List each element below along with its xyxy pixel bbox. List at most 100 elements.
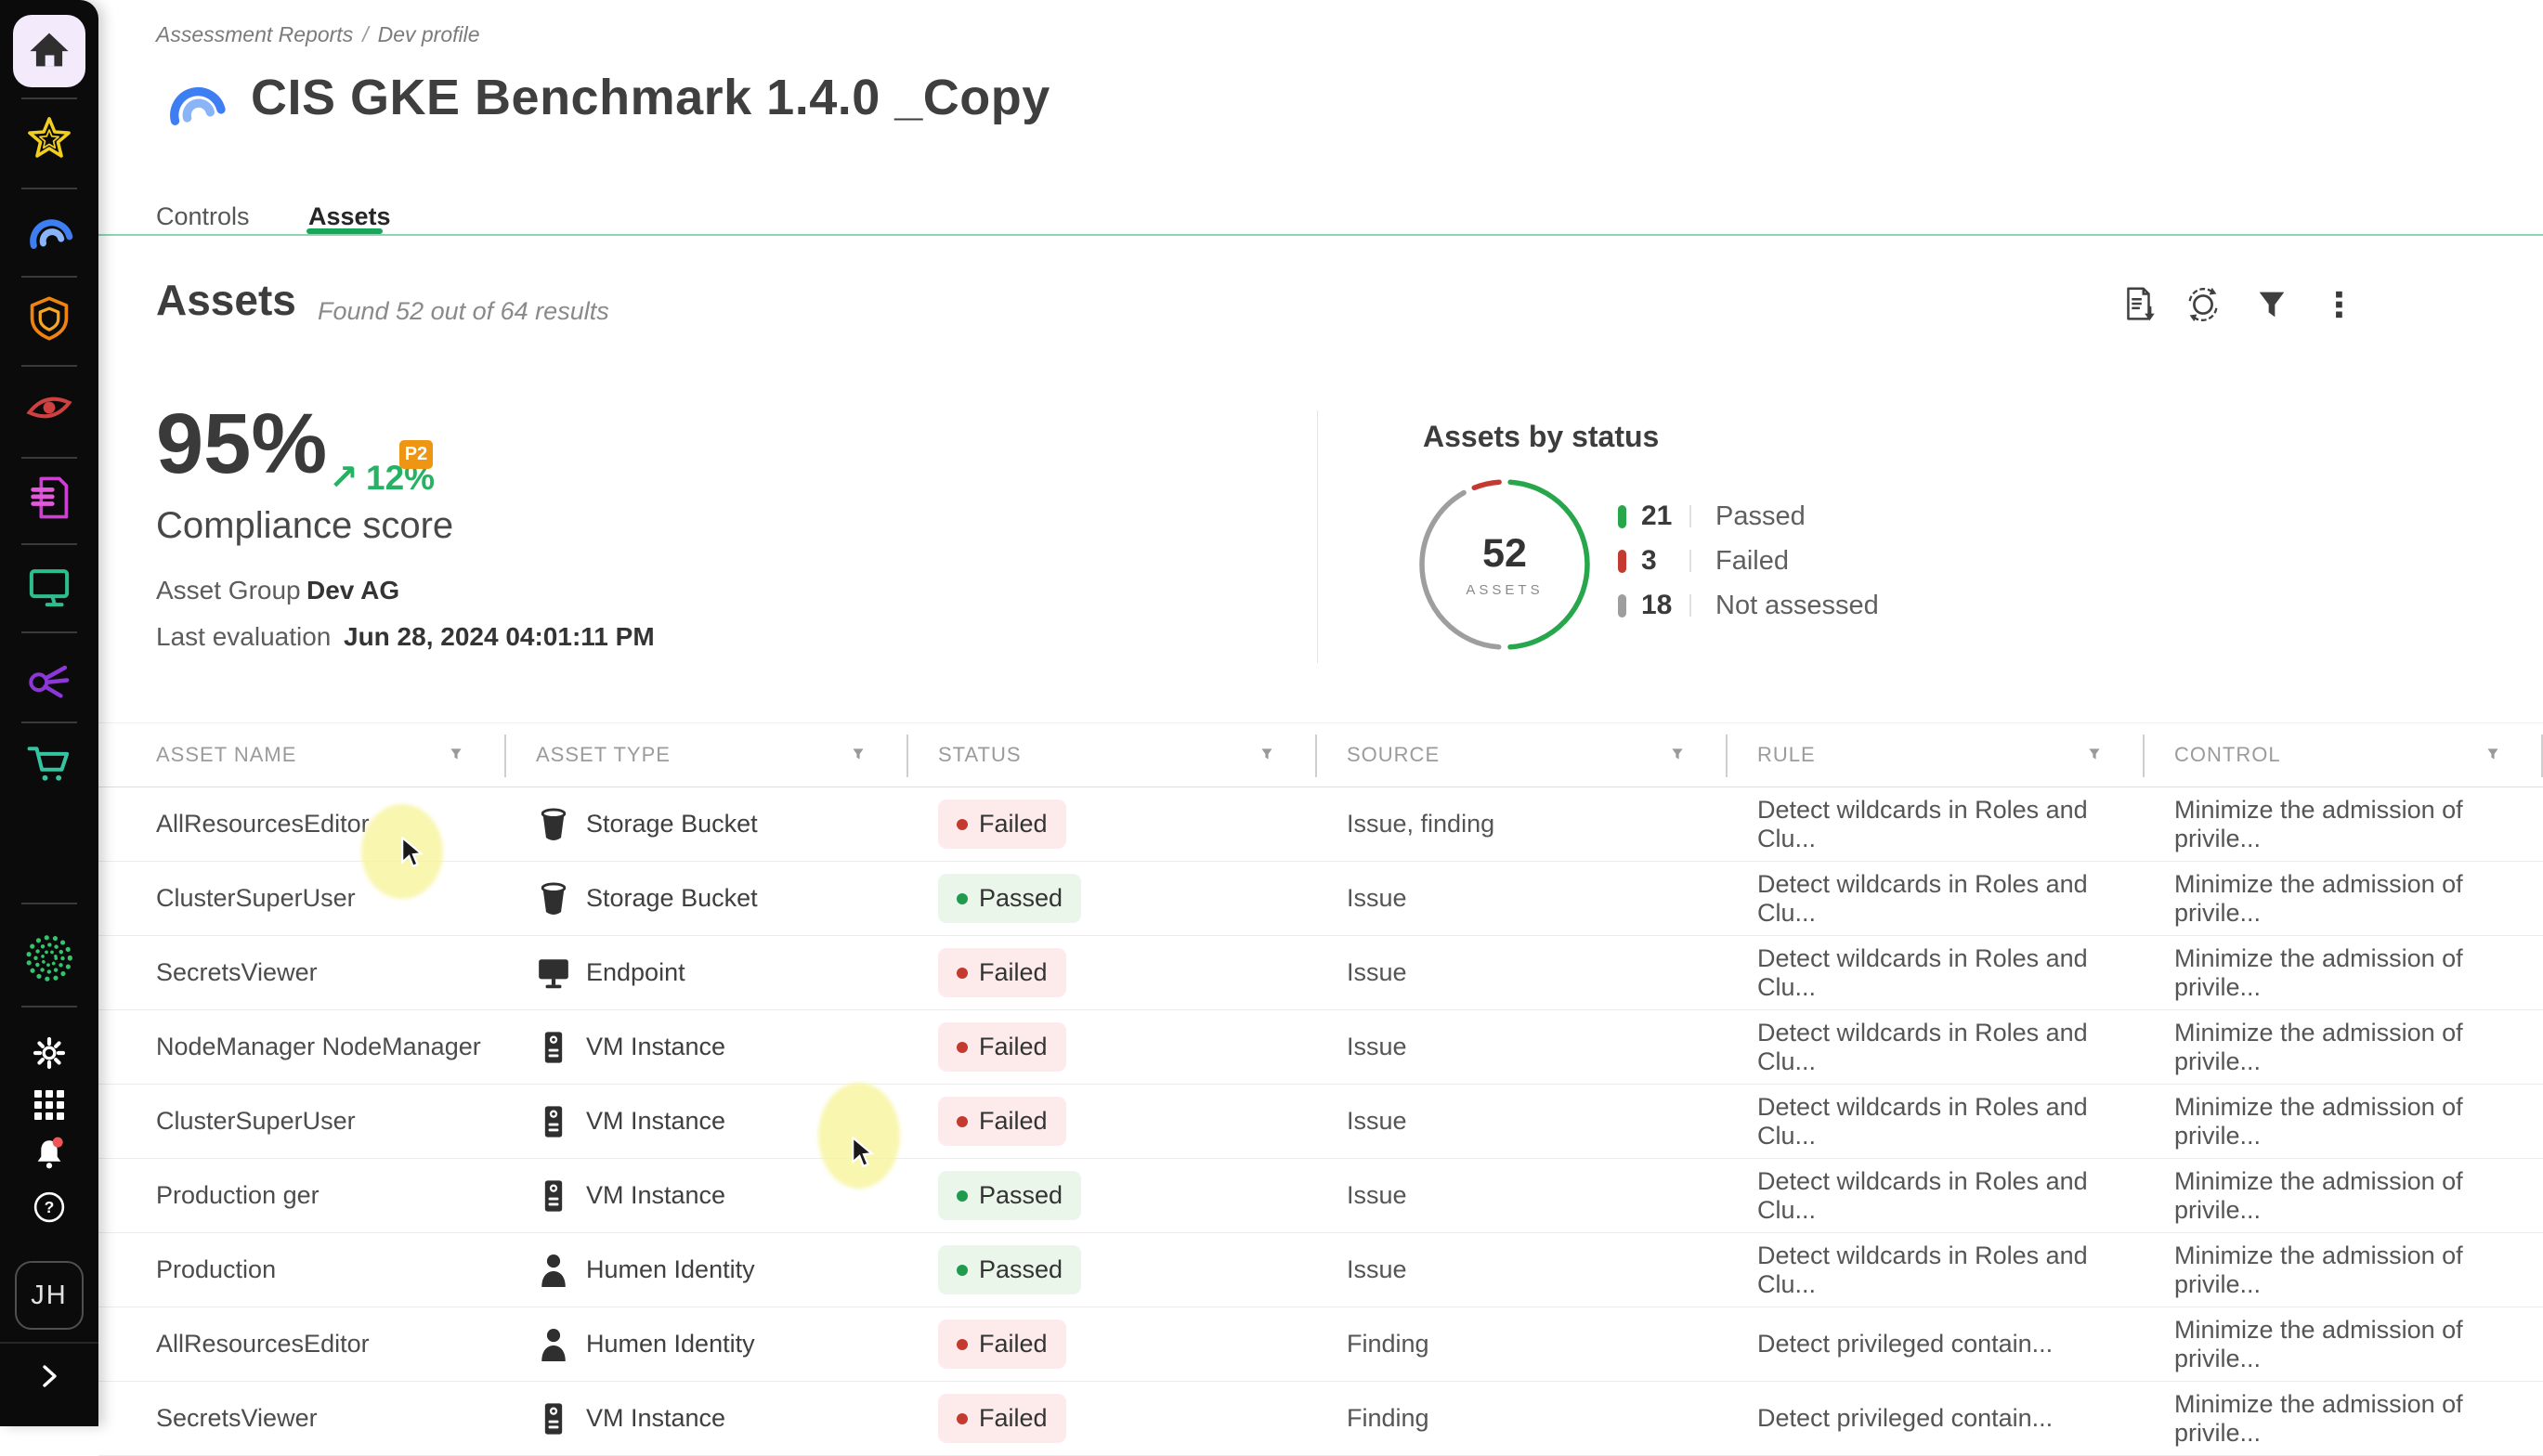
- sidebar-divider: [0, 1342, 98, 1344]
- sidebar-item-reports[interactable]: [20, 470, 79, 529]
- cell-asset-name: AllResourcesEditor: [98, 787, 506, 861]
- sidebar-item-endpoints[interactable]: [20, 559, 79, 618]
- tab-controls[interactable]: Controls: [156, 202, 250, 231]
- sidebar-item-compliance[interactable]: [20, 201, 79, 260]
- apps-grid-icon: [33, 1088, 66, 1126]
- person-icon: [536, 1325, 571, 1364]
- sidebar-item-home[interactable]: [13, 15, 85, 87]
- cell-rule: Detect wildcards in Roles and Clu...: [1728, 936, 2145, 1009]
- column-header-label: ASSET TYPE: [536, 743, 671, 767]
- legend-separator: [1689, 594, 1691, 617]
- profile-avatar[interactable]: JH: [15, 1261, 84, 1330]
- sidebar-item-eye[interactable]: [20, 380, 79, 439]
- report-doc-icon: [25, 474, 73, 526]
- status-dot: [957, 893, 968, 904]
- bucket-icon: [536, 805, 571, 844]
- cell-status: Passed: [908, 1159, 1317, 1232]
- assets-table-header: ASSET NAME ASSET TYPE STATUSSOURCERULE CONT…: [98, 722, 2543, 787]
- sidebar-item-marketplace[interactable]: [20, 735, 79, 795]
- status-dot: [957, 1339, 968, 1350]
- more-options-button[interactable]: [2315, 282, 2363, 331]
- sidebar-item-help[interactable]: ?: [25, 1185, 73, 1233]
- help-icon: ?: [30, 1188, 69, 1231]
- cell-source: Issue: [1317, 1159, 1728, 1232]
- table-row[interactable]: AllResourcesEditorHumen IdentityFailedFi…: [98, 1307, 2543, 1382]
- cell-rule: Detect wildcards in Roles and Clu...: [1728, 1010, 2145, 1084]
- vm-icon: [536, 1399, 571, 1438]
- table-row[interactable]: NodeManager NodeManagerVM InstanceFailed…: [98, 1010, 2543, 1085]
- cell-status: Failed: [908, 1307, 1317, 1381]
- vm-instance-icon: [540, 1176, 567, 1216]
- status-badge: Failed: [938, 1097, 1066, 1146]
- cell-asset-name: Production ger: [98, 1159, 506, 1232]
- column-filter-icon[interactable]: [449, 743, 463, 767]
- vm-instance-icon: [540, 1399, 567, 1438]
- assets-status-donut-chart: [1412, 472, 1598, 657]
- cell-source: Issue: [1317, 1010, 1728, 1084]
- table-row[interactable]: SecretsViewerEndpointFailedIssueDetect w…: [98, 936, 2543, 1010]
- status-dot: [957, 819, 968, 830]
- sidebar-item-settings[interactable]: [25, 1031, 73, 1079]
- breadcrumb-item[interactable]: Assessment Reports: [156, 22, 353, 46]
- table-row[interactable]: AllResourcesEditorStorage BucketFailedIs…: [98, 787, 2543, 862]
- sidebar-item-shield[interactable]: [20, 291, 79, 350]
- column-header-asset-type[interactable]: ASSET TYPE: [506, 723, 908, 786]
- cell-control: Minimize the admission of privile...: [2145, 862, 2543, 935]
- table-row[interactable]: Production gerVM InstancePassedIssueDete…: [98, 1159, 2543, 1233]
- rescan-button[interactable]: [2179, 282, 2227, 331]
- status-dot: [957, 1042, 968, 1053]
- assets-table-body: AllResourcesEditorStorage BucketFailedIs…: [98, 787, 2543, 1456]
- sidebar-item-access[interactable]: [20, 648, 79, 708]
- status-badge: Failed: [938, 1320, 1066, 1369]
- cell-status: Failed: [908, 1010, 1317, 1084]
- export-report-button[interactable]: [2114, 282, 2162, 331]
- tab-assets[interactable]: Assets: [308, 202, 391, 231]
- filter-button[interactable]: [2248, 282, 2296, 331]
- table-row[interactable]: ClusterSuperUserVM InstanceFailedIssueDe…: [98, 1085, 2543, 1159]
- column-filter-icon[interactable]: [1670, 743, 1685, 767]
- table-row[interactable]: ProductionHumen IdentityPassedIssueDetec…: [98, 1233, 2543, 1307]
- column-filter-icon[interactable]: [1259, 743, 1274, 767]
- column-filter-icon[interactable]: [2485, 743, 2500, 767]
- column-header-asset-name[interactable]: ASSET NAME: [98, 723, 506, 786]
- sidebar-item-star[interactable]: [20, 111, 79, 171]
- sidebar-expand-button[interactable]: [25, 1354, 73, 1402]
- breadcrumb-item[interactable]: Dev profile: [378, 22, 480, 46]
- column-filter-icon[interactable]: [851, 743, 866, 767]
- endpoint-icon: [536, 956, 571, 991]
- bucket-icon: [536, 879, 571, 918]
- priority-badge: P2: [399, 440, 433, 469]
- legend-label: Passed: [1715, 501, 1806, 532]
- cell-status: Failed: [908, 787, 1317, 861]
- column-header-label: CONTROL: [2174, 743, 2281, 767]
- assets-table: ASSET NAME ASSET TYPE STATUSSOURCERULE CONT…: [98, 722, 2543, 1456]
- column-filter-icon[interactable]: [2087, 743, 2102, 767]
- storage-bucket-icon: [538, 880, 569, 917]
- sidebar-item-scanner[interactable]: [20, 930, 79, 990]
- benchmark-logo-icon: [162, 67, 228, 133]
- column-header-rule[interactable]: RULE: [1728, 723, 2145, 786]
- table-row[interactable]: ClusterSuperUserStorage BucketPassedIssu…: [98, 862, 2543, 936]
- star-icon: [23, 113, 75, 170]
- sidebar-item-notifications[interactable]: [25, 1131, 73, 1179]
- table-row[interactable]: SecretsViewerVM InstanceFailedFindingDet…: [98, 1382, 2543, 1456]
- status-dot: [957, 968, 968, 979]
- notifications-bell-icon: [29, 1133, 70, 1178]
- status-label: Failed: [979, 1033, 1048, 1061]
- asset-group-value: Dev AG: [306, 576, 678, 605]
- sidebar-divider: [21, 903, 77, 904]
- sidebar-item-apps[interactable]: [25, 1083, 73, 1131]
- cell-source: Finding: [1317, 1382, 1728, 1455]
- column-header-source[interactable]: SOURCE: [1317, 723, 1728, 786]
- legend-label: Failed: [1715, 546, 1789, 577]
- donut-legend: 21Passed3Failed18Not assessed: [1618, 501, 1879, 620]
- cell-rule: Detect wildcards in Roles and Clu...: [1728, 1085, 2145, 1158]
- chevron-right-icon: [34, 1361, 64, 1396]
- column-header-control[interactable]: CONTROL: [2145, 723, 2543, 786]
- column-header-status[interactable]: STATUS: [908, 723, 1317, 786]
- cell-asset-name: SecretsViewer: [98, 936, 506, 1009]
- sidebar-divider: [21, 365, 77, 367]
- last-evaluation-label: Last evaluation: [156, 622, 331, 651]
- legend-item-failed: 3Failed: [1618, 546, 1879, 576]
- cell-status: Failed: [908, 1085, 1317, 1158]
